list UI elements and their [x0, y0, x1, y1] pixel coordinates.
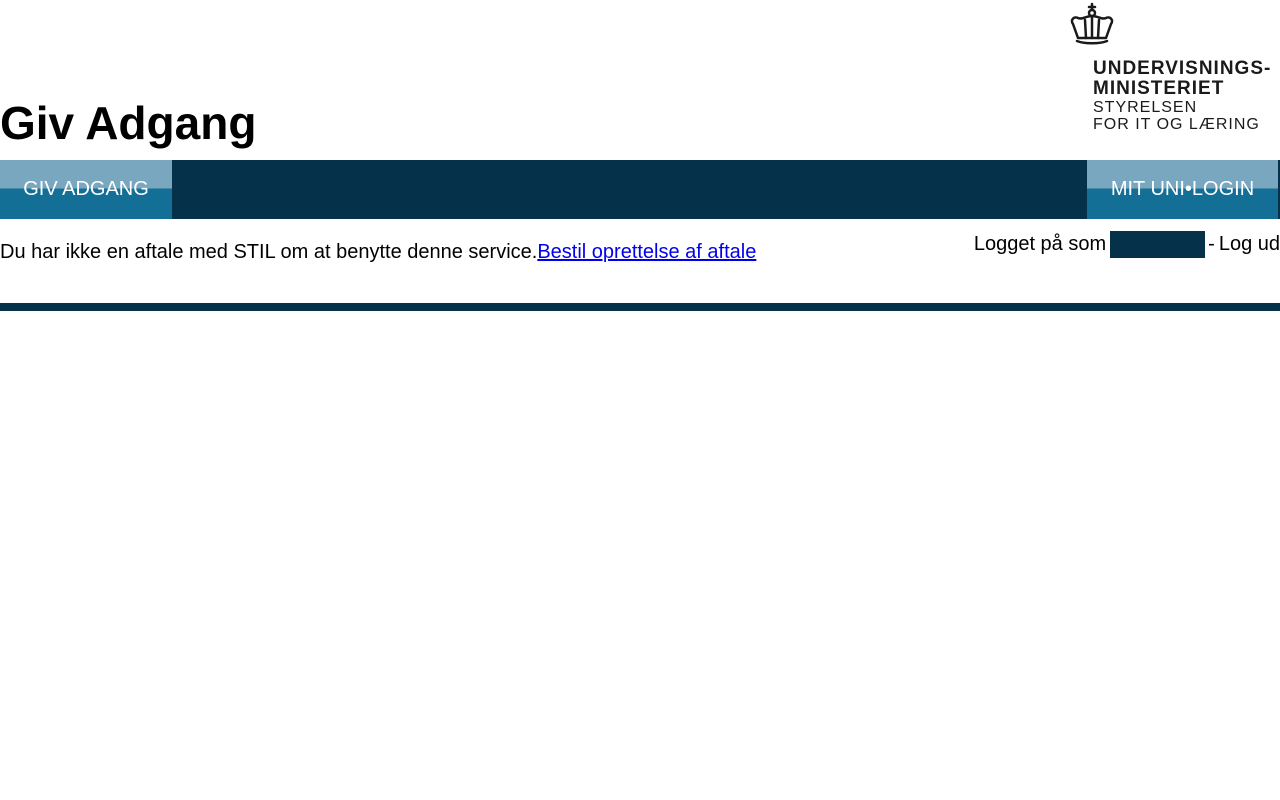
logo-line-1: UNDERVISNINGS- [1093, 58, 1272, 79]
navbar: GIV ADGANG MIT UNI•LOGIN [0, 160, 1280, 219]
ministry-logo: UNDERVISNINGS- MINISTERIET STYRELSEN FOR… [1062, 0, 1280, 140]
login-prefix: Logget på som [973, 233, 1107, 255]
giv-adgang-button[interactable]: GIV ADGANG [0, 160, 172, 219]
username-redacted [1110, 230, 1206, 258]
bottom-divider [0, 303, 1280, 311]
agreement-notice: Du har ikke en aftale med STIL om at ben… [0, 239, 756, 265]
page-title: Giv Adgang [0, 97, 257, 149]
login-separator: - [1208, 233, 1215, 255]
crown-icon [1070, 2, 1114, 45]
page: Giv Adgang UNDERVISNINGS- MINISTERIET ST… [0, 0, 1280, 800]
notice-text: Du har ikke en aftale med STIL om at ben… [0, 241, 538, 263]
logo-line-2: MINISTERIET [1093, 78, 1225, 99]
logout-link[interactable]: Log ud [1219, 230, 1280, 258]
order-agreement-link[interactable]: Bestil oprettelse af aftale [537, 241, 756, 263]
mit-unilogin-button[interactable]: MIT UNI•LOGIN [1087, 160, 1278, 219]
login-status: Logget på som - Log ud [974, 230, 1280, 258]
logo-line-3: STYRELSEN [1093, 99, 1198, 116]
header: Giv Adgang UNDERVISNINGS- MINISTERIET ST… [0, 0, 1280, 160]
logo-line-4: FOR IT OG LÆRING [1093, 116, 1260, 133]
logo-text: UNDERVISNINGS- MINISTERIET STYRELSEN FOR… [1093, 58, 1272, 134]
